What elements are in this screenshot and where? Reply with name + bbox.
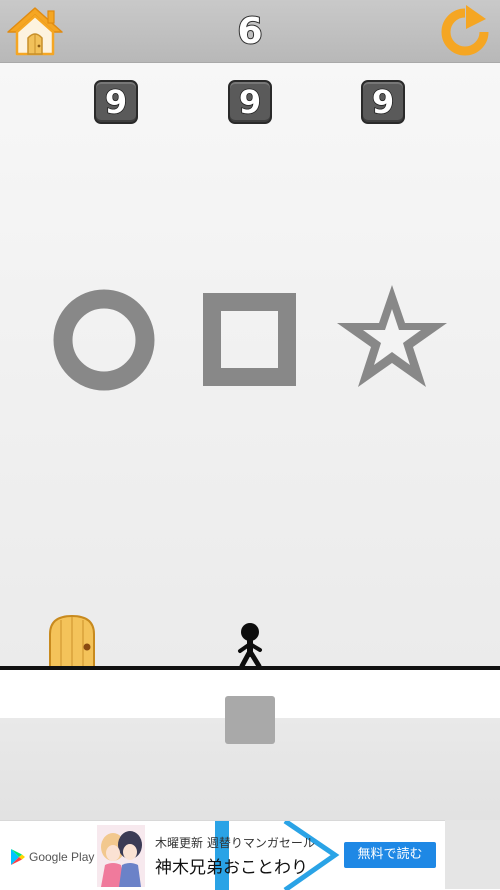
restart-button[interactable] bbox=[438, 5, 492, 57]
google-play-icon bbox=[11, 849, 25, 865]
ad-cta-button[interactable]: 無料で読む bbox=[344, 842, 436, 868]
level-number: 6 bbox=[236, 10, 263, 53]
stickman-icon[interactable] bbox=[234, 622, 266, 668]
ad-chevron-graphic bbox=[215, 821, 340, 890]
digit-dial-3[interactable]: 9 bbox=[361, 80, 405, 124]
digit-value-2: 9 bbox=[238, 82, 262, 122]
ad-title: 神木兄弟おことわり bbox=[155, 858, 308, 878]
home-icon bbox=[7, 7, 63, 56]
store-label: Google Play bbox=[29, 850, 95, 864]
digit-dial-1[interactable]: 9 bbox=[94, 80, 138, 124]
digit-value-1: 9 bbox=[104, 82, 128, 122]
digit-dial-2[interactable]: 9 bbox=[228, 80, 272, 124]
door-icon[interactable] bbox=[48, 614, 96, 668]
digit-value-3: 9 bbox=[371, 82, 395, 122]
home-button[interactable] bbox=[6, 4, 64, 58]
circle-icon bbox=[53, 289, 155, 391]
restart-icon bbox=[441, 5, 489, 56]
square-icon bbox=[203, 293, 296, 386]
ad-margin bbox=[445, 820, 500, 889]
star-icon bbox=[337, 285, 447, 387]
manga-cover-image bbox=[97, 825, 145, 887]
ad-headline: 木曜更新 週替りマンガセール bbox=[155, 836, 315, 850]
top-bar: 6 bbox=[0, 0, 500, 63]
action-button[interactable] bbox=[225, 696, 275, 744]
